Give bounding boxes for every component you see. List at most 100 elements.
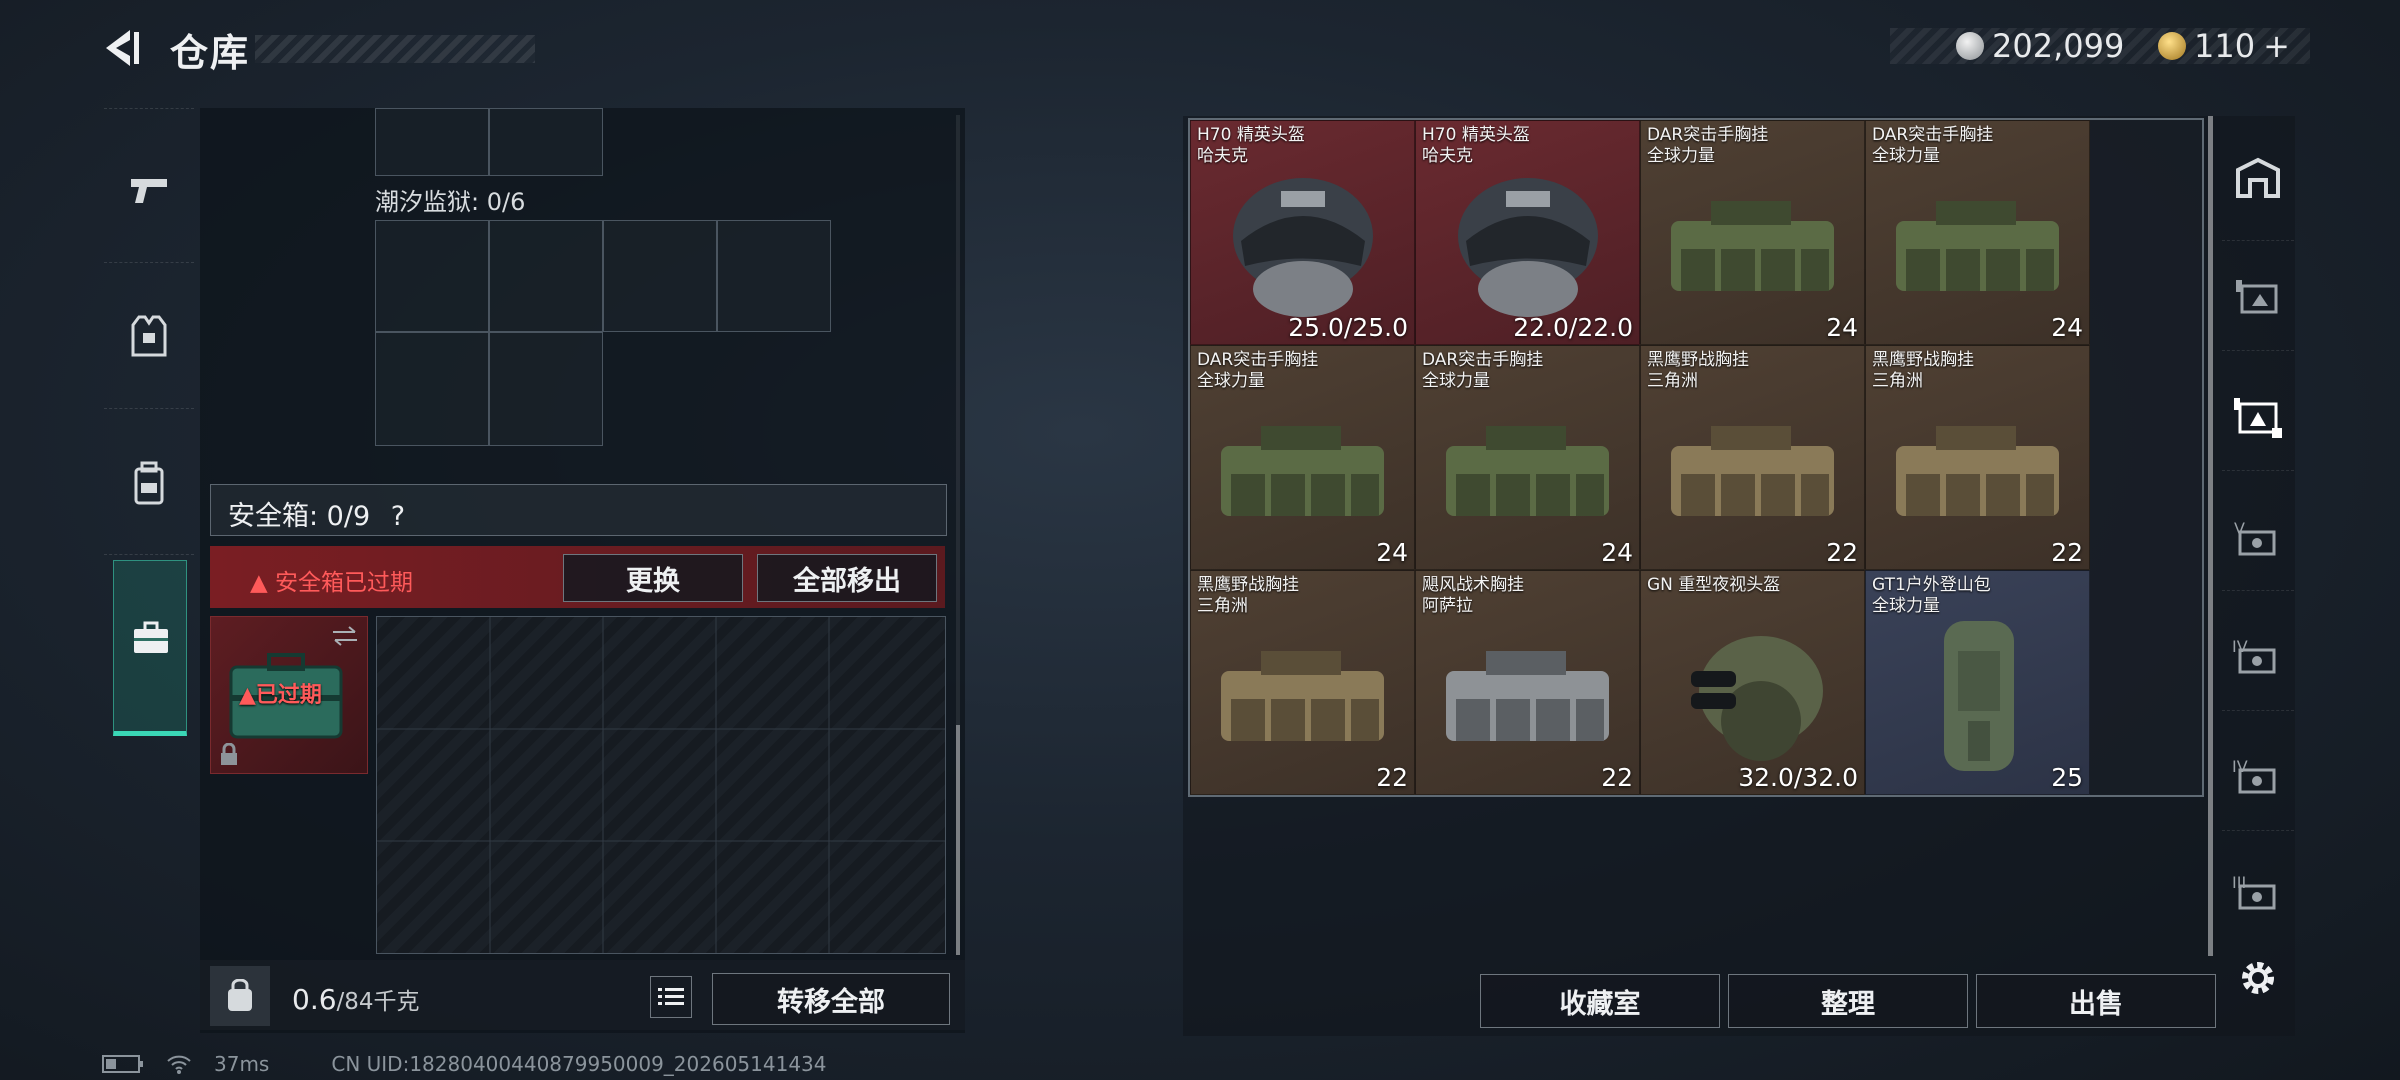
item-value: 25.0/25.0 xyxy=(1288,313,1408,342)
add-currency-button[interactable]: + xyxy=(2263,27,2290,65)
gold-currency[interactable]: 110 + xyxy=(2158,27,2290,65)
item-name: DAR突击手胸挂 全球力量 xyxy=(1422,350,1544,391)
item-value: 32.0/32.0 xyxy=(1738,763,1858,792)
stash-tab-2[interactable] xyxy=(2230,270,2286,326)
battery-icon xyxy=(102,1055,143,1073)
stash-item[interactable]: GT1户外登山包 全球力量 25 xyxy=(1865,570,2090,795)
silver-coin-icon xyxy=(1956,32,1984,60)
item-name: H70 精英头盔 哈夫克 xyxy=(1197,125,1305,166)
weight-lock-button[interactable] xyxy=(210,966,270,1026)
vault-icon xyxy=(2236,157,2280,198)
item-value: 24 xyxy=(1826,313,1858,342)
stash-tab-5[interactable]: IV xyxy=(2230,628,2286,684)
stash-tab-3-active[interactable] xyxy=(2230,390,2286,446)
armor-vest-icon xyxy=(131,315,167,357)
help-icon[interactable]: ? xyxy=(391,501,405,532)
item-value: 24 xyxy=(1601,538,1633,567)
grid-slot[interactable] xyxy=(375,108,489,176)
item-value: 22 xyxy=(1826,538,1858,567)
stash-tab-4[interactable]: V xyxy=(2230,510,2286,566)
stash-item[interactable]: H70 精英头盔 哈夫克 22.0/22.0 xyxy=(1415,120,1640,345)
stash-tab-7[interactable]: III xyxy=(2230,864,2286,920)
list-view-button[interactable] xyxy=(650,976,692,1018)
backpack-icon xyxy=(134,461,164,505)
replace-button[interactable]: 更换 xyxy=(563,554,743,602)
uid-readout: CN UID:18280400440879950009_202605141434 xyxy=(331,1052,827,1076)
stash-item[interactable]: 黑鹰野战胸挂 三角洲 22 xyxy=(1640,345,1865,570)
item-value: 24 xyxy=(2051,313,2083,342)
warning-icon: ▲ xyxy=(250,570,268,596)
left-scroll-thumb[interactable] xyxy=(956,725,960,955)
stash-tab-6[interactable]: IV xyxy=(2230,748,2286,804)
collection-room-button[interactable]: 收藏室 xyxy=(1480,974,1720,1028)
silver-amount: 202,099 xyxy=(1992,27,2125,65)
settings-button[interactable] xyxy=(2230,950,2286,1006)
grid-slot[interactable] xyxy=(717,220,831,332)
stash-item[interactable]: 黑鹰野战胸挂 三角洲 22 xyxy=(1865,345,2090,570)
expired-warning-text: 安全箱已过期 xyxy=(275,570,414,596)
gold-coin-icon xyxy=(2158,32,2186,60)
item-name: GT1户外登山包 全球力量 xyxy=(1872,575,1991,616)
page-title: 仓库 xyxy=(170,31,251,75)
right-scrollbar[interactable] xyxy=(2208,116,2213,956)
item-name: GN 重型夜视头盔 xyxy=(1647,575,1781,595)
sell-button[interactable]: 出售 xyxy=(1976,974,2216,1028)
kettlebell-icon xyxy=(228,979,252,1011)
stash-tab-home[interactable] xyxy=(2230,150,2286,206)
organize-button[interactable]: 整理 xyxy=(1728,974,1968,1028)
grid-slot[interactable] xyxy=(489,220,603,332)
back-icon[interactable] xyxy=(100,26,144,70)
storage-iv-icon: IV xyxy=(2232,637,2276,674)
list-icon xyxy=(658,988,684,1005)
weight-readout: 0.6/84千克 xyxy=(292,982,420,1016)
item-value: 25 xyxy=(2051,763,2083,792)
tide-prison-label: 潮汐监狱: 0/6 xyxy=(375,188,526,216)
safe-box-capacity: 安全箱: 0/9 xyxy=(228,501,371,532)
item-name: 黑鹰野战胸挂 三角洲 xyxy=(1197,575,1299,616)
tab-armor[interactable] xyxy=(104,272,194,402)
status-bar: 37ms CN UID:18280400440879950009_2026051… xyxy=(102,1052,827,1076)
storage-v-icon: V xyxy=(2234,519,2276,556)
remove-all-button[interactable]: 全部移出 xyxy=(757,554,937,602)
safe-case-grid[interactable] xyxy=(376,616,946,954)
wifi-icon xyxy=(167,1055,191,1074)
stash-item[interactable]: 黑鹰野战胸挂 三角洲 22 xyxy=(1190,570,1415,795)
transfer-all-button[interactable]: 转移全部 xyxy=(712,973,950,1025)
item-value: 22 xyxy=(1601,763,1633,792)
weight-max: /84千克 xyxy=(336,989,420,1015)
item-name: H70 精英头盔 哈夫克 xyxy=(1422,125,1530,166)
grid-slot[interactable] xyxy=(375,220,489,332)
stash-item[interactable]: H70 精英头盔 哈夫克 25.0/25.0 xyxy=(1190,120,1415,345)
stash-item[interactable]: DAR突击手胸挂 全球力量 24 xyxy=(1865,120,2090,345)
tab-safe-case[interactable] xyxy=(113,560,187,736)
item-name: 黑鹰野战胸挂 三角洲 xyxy=(1647,350,1749,391)
item-value: 22 xyxy=(2051,538,2083,567)
safe-case-item[interactable]: ▲已过期 xyxy=(210,616,368,774)
silver-currency[interactable]: 202,099 xyxy=(1956,27,2125,65)
stash-item[interactable]: DAR突击手胸挂 全球力量 24 xyxy=(1190,345,1415,570)
case-expired-tag: ▲已过期 xyxy=(239,683,322,708)
title-stripe-decoration xyxy=(255,35,535,63)
stash-item[interactable]: DAR突击手胸挂 全球力量 24 xyxy=(1415,345,1640,570)
gear-icon xyxy=(2242,962,2274,994)
expired-warning: ▲ 安全箱已过期 xyxy=(250,563,413,597)
grid-slot[interactable] xyxy=(489,332,603,446)
gold-amount: 110 xyxy=(2194,27,2256,65)
stash-item[interactable]: 飓风战术胸挂 阿萨拉 22 xyxy=(1415,570,1640,795)
lock-icon xyxy=(221,743,237,765)
stash-item[interactable]: DAR突击手胸挂 全球力量 24 xyxy=(1640,120,1865,345)
grid-slot[interactable] xyxy=(489,108,603,176)
tab-weapons[interactable] xyxy=(104,126,194,256)
safe-box-label-row: 安全箱: 0/9 ? xyxy=(228,494,405,533)
storage-iv-alt-icon: IV xyxy=(2232,757,2276,794)
storage-iii-icon: III xyxy=(2232,873,2276,910)
tab-backpack[interactable] xyxy=(104,418,194,548)
grid-slot[interactable] xyxy=(603,220,717,332)
swap-icon[interactable] xyxy=(331,625,359,647)
item-value: 24 xyxy=(1376,538,1408,567)
item-value: 22.0/22.0 xyxy=(1513,313,1633,342)
stash-item[interactable]: GN 重型夜视头盔 32.0/32.0 xyxy=(1640,570,1865,795)
storage-box-icon xyxy=(2236,280,2278,314)
briefcase-icon xyxy=(134,621,168,653)
grid-slot[interactable] xyxy=(375,332,489,446)
